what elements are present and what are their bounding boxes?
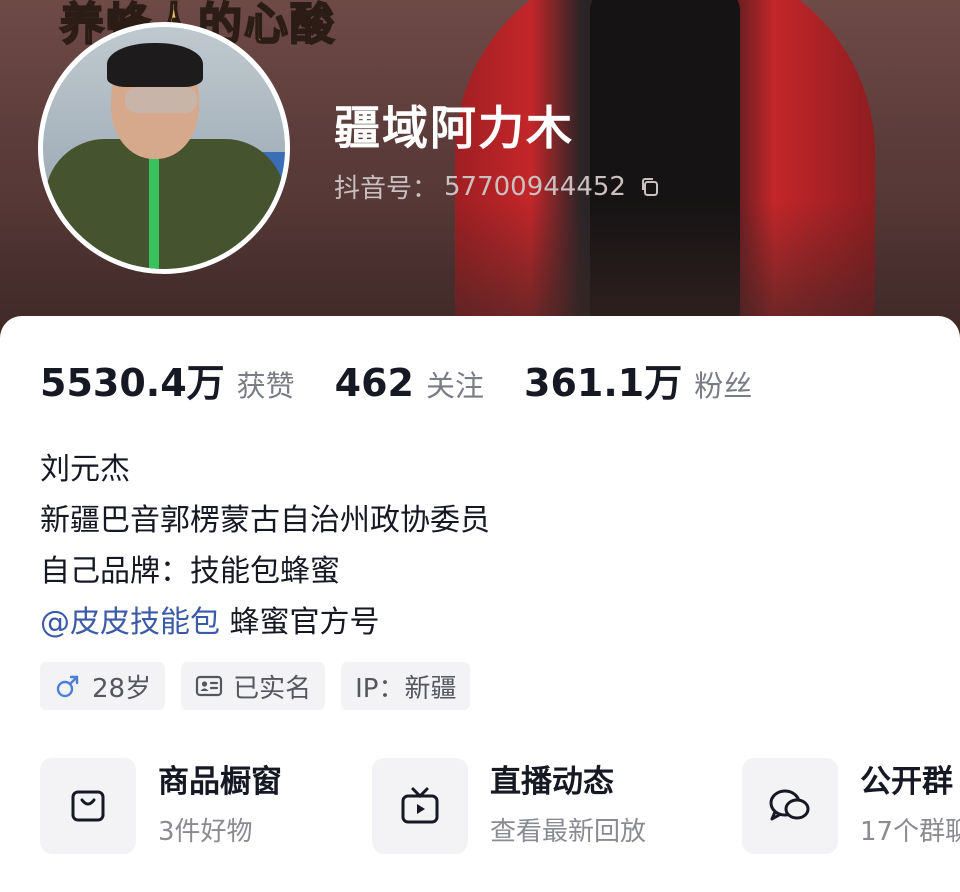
service-group-title: 公开群 — [860, 764, 953, 800]
stat-likes-label: 获赞 — [236, 369, 295, 403]
profile-nickname: 疆域阿力木 — [334, 101, 574, 155]
service-shop-window[interactable]: 商品橱窗 3件好物 — [40, 758, 282, 854]
service-shop-icon-box — [40, 758, 136, 854]
avatar-jacket — [45, 139, 285, 269]
douyin-id-label: 抖音号： — [334, 174, 439, 204]
stat-following[interactable]: 462 关注 — [335, 361, 484, 405]
profile-banner: 养蜂人的心酸 疆域阿力木 抖音号： 57700944452 — [0, 0, 960, 340]
service-group-icon-box — [742, 758, 838, 854]
bio-mention-link[interactable]: @皮皮技能包 — [40, 605, 220, 640]
douyin-id-value: 57700944452 — [444, 171, 626, 202]
bio-name: 刘元杰 — [40, 452, 130, 487]
stat-following-value: 462 — [334, 361, 414, 405]
avatar-hair — [107, 43, 203, 87]
bio-section: 刘元杰 新疆巴音郭楞蒙古自治州政协委员 自己品牌：技能包蜂蜜 @皮皮技能包 蜂蜜… — [40, 444, 490, 648]
service-shop-subtitle: 3件好物 — [158, 817, 253, 847]
male-gender-icon — [56, 675, 79, 698]
tag-ip-text: IP：新疆 — [355, 673, 457, 704]
copy-icon[interactable] — [638, 175, 662, 199]
stats-row: 5530.4万 获赞 462 关注 361.1万 粉丝 — [40, 352, 792, 407]
bio-mention-suffix: 蜂蜜官方号 — [220, 605, 380, 640]
tag-ip: IP：新疆 — [341, 662, 471, 710]
services-row: 商品橱窗 3件好物 直播动态 查看最新回放 公开群 17个群聊 — [40, 758, 960, 858]
avatar[interactable] — [38, 22, 290, 274]
stat-followers-label: 粉丝 — [694, 369, 753, 403]
service-group-chat[interactable]: 公开群 17个群聊 — [742, 758, 960, 854]
stat-following-label: 关注 — [425, 369, 484, 403]
bio-title: 新疆巴音郭楞蒙古自治州政协委员 — [40, 503, 490, 538]
service-live-subtitle: 查看最新回放 — [490, 817, 647, 847]
tag-age: 28岁 — [40, 662, 166, 710]
stat-likes[interactable]: 5530.4万 获赞 — [40, 352, 295, 407]
service-shop-title: 商品橱窗 — [158, 764, 282, 800]
stat-followers-value: 361.1万 — [524, 361, 683, 405]
service-group-text: 公开群 17个群聊 — [860, 760, 960, 852]
tags-row: 28岁 已实名 IP：新疆 — [40, 662, 471, 710]
chat-bubbles-icon — [769, 789, 810, 821]
tag-verified: 已实名 — [181, 662, 326, 710]
service-live-text: 直播动态 查看最新回放 — [490, 760, 646, 852]
bio-mention-line: @皮皮技能包 蜂蜜官方号 — [40, 597, 490, 648]
service-live[interactable]: 直播动态 查看最新回放 — [372, 758, 646, 854]
id-card-icon — [195, 675, 223, 697]
service-group-subtitle: 17个群聊 — [860, 817, 960, 847]
service-live-icon-box — [372, 758, 468, 854]
stat-followers[interactable]: 361.1万 粉丝 — [524, 352, 752, 407]
bio-brand: 自己品牌：技能包蜂蜜 — [40, 554, 340, 589]
tv-icon — [401, 787, 439, 824]
shopping-bag-icon — [71, 790, 105, 822]
stat-likes-value: 5530.4万 — [40, 361, 225, 405]
avatar-blurred-eyes — [125, 87, 197, 113]
service-live-title: 直播动态 — [490, 764, 614, 800]
tag-verified-text: 已实名 — [233, 673, 312, 704]
profile-card: 5530.4万 获赞 462 关注 361.1万 粉丝 刘元杰 新疆巴音郭楞蒙古… — [0, 316, 960, 892]
tag-age-text: 28岁 — [92, 673, 152, 704]
douyin-id-row[interactable]: 抖音号： 57700944452 — [334, 168, 662, 205]
service-shop-text: 商品橱窗 3件好物 — [158, 760, 282, 852]
avatar-lanyard — [149, 157, 159, 269]
